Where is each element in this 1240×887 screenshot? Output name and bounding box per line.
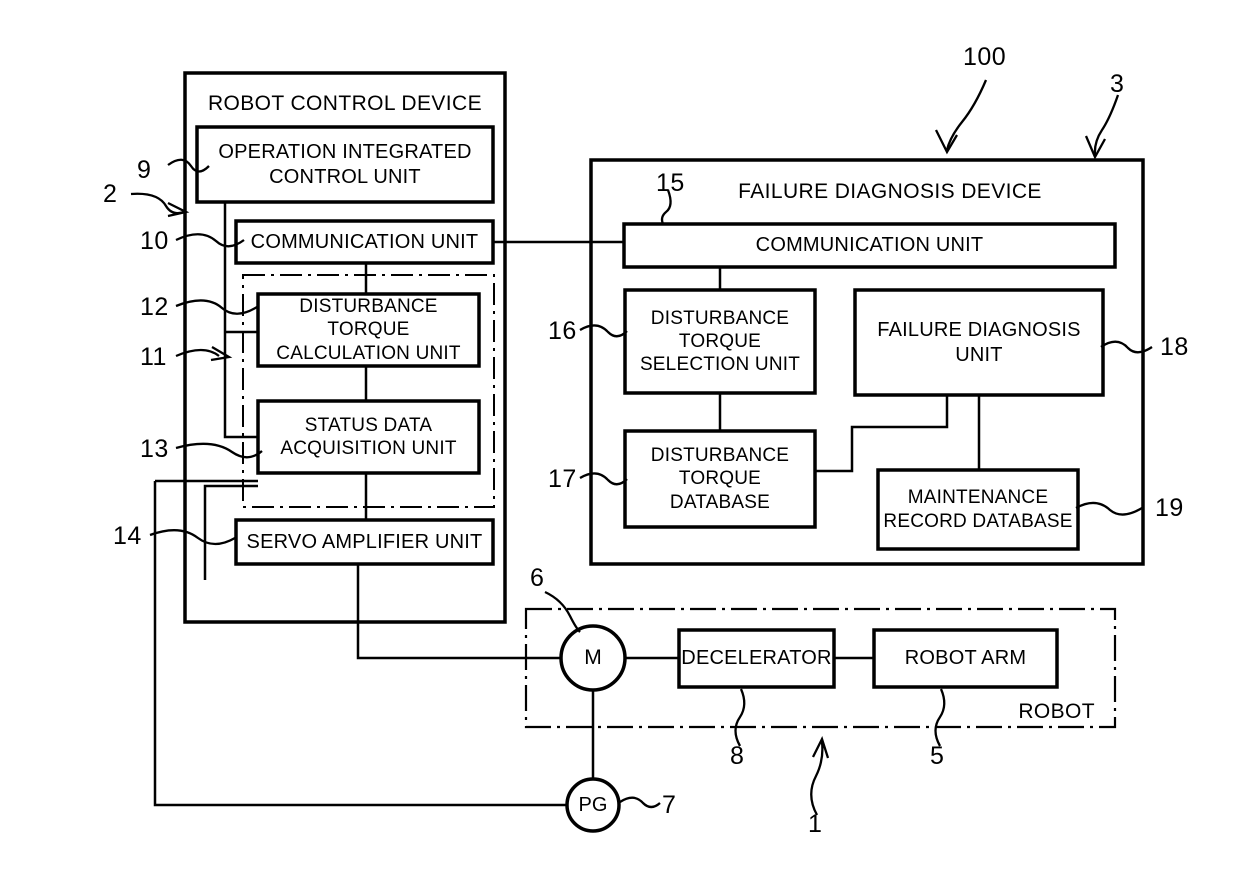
failure-diagnosis-device-title: FAILURE DIAGNOSIS DEVICE: [738, 180, 1042, 203]
leader-12: [175, 299, 258, 315]
ref-12: 12: [140, 293, 169, 321]
servo-amplifier-unit-border: [234, 518, 495, 566]
leader-11: [175, 348, 220, 358]
operation-integrated-control-unit-border: [195, 125, 495, 204]
leader-17: [579, 472, 628, 486]
ref-1: 1: [808, 810, 823, 838]
robot-arm-border: [872, 628, 1059, 689]
robot-control-device-title: ROBOT CONTROL DEVICE: [207, 92, 483, 115]
leader-2: [130, 192, 185, 215]
leader-100: [945, 79, 988, 151]
ref-7: 7: [662, 791, 677, 819]
failure-diagnosis-unit-border: [853, 288, 1105, 397]
decelerator-border: [677, 628, 836, 689]
leader-8: [734, 688, 746, 747]
leader-5: [934, 688, 946, 747]
leader-7: [619, 796, 661, 809]
ref-17: 17: [548, 465, 577, 493]
wire-database-to-diagnosis-unit: [815, 395, 949, 473]
leader-1-arrowhead: [811, 735, 830, 759]
disturbance-torque-selection-unit-border: [623, 288, 817, 395]
motor-label: M: [584, 646, 602, 669]
ref-13: 13: [140, 435, 169, 463]
leader-16: [579, 324, 628, 338]
leader-14: [149, 529, 236, 546]
ref-6: 6: [530, 564, 545, 592]
ref-9: 9: [137, 156, 152, 184]
ref-5: 5: [930, 742, 945, 770]
robot-group-title: ROBOT: [1018, 700, 1095, 723]
wire-bus-down-to-status: [223, 332, 258, 439]
status-data-acquisition-unit-border: [256, 399, 481, 475]
ref-14: 14: [113, 522, 142, 550]
disturbance-torque-database-border: [623, 429, 817, 529]
pulse-generator-label: PG: [578, 793, 608, 816]
ref-100: 100: [963, 43, 1007, 71]
ref-10: 10: [140, 227, 169, 255]
leader-19: [1075, 501, 1143, 516]
ref-16: 16: [548, 317, 577, 345]
leader-3: [1093, 94, 1120, 156]
ref-11: 11: [140, 343, 167, 371]
ref-19: 19: [1155, 494, 1184, 522]
ref-18: 18: [1160, 333, 1189, 361]
ref-2: 2: [103, 180, 118, 208]
leader-1: [810, 741, 824, 816]
leader-13: [175, 442, 263, 459]
ref-3: 3: [1110, 70, 1125, 98]
maintenance-record-database-border: [876, 468, 1080, 551]
communication-unit-left-border: [234, 219, 495, 265]
disturbance-torque-calculation-unit-border: [256, 292, 481, 368]
figure-canvas: ROBOT CONTROL DEVICE OPERATION INTEGRATE…: [0, 0, 1240, 887]
ref-15: 15: [656, 169, 685, 197]
ref-8: 8: [730, 742, 745, 770]
communication-unit-right-border: [622, 222, 1117, 269]
diagram-vector-layer: [130, 71, 1153, 833]
